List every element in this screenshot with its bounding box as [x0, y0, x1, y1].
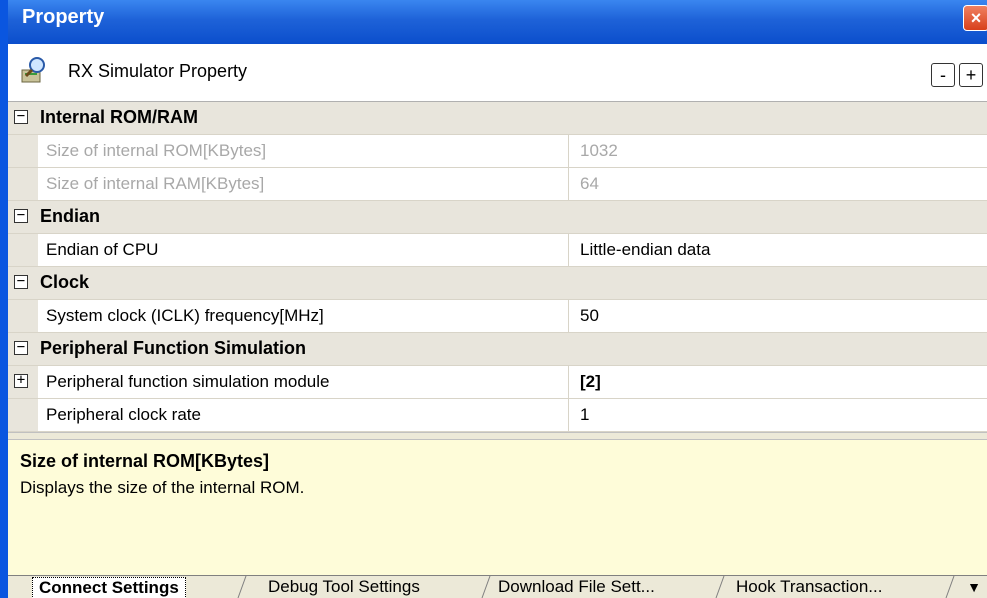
property-name: Peripheral clock rate — [46, 405, 201, 424]
tab-separator — [481, 576, 491, 598]
column-divider — [568, 234, 569, 266]
property-row-internal-ram-size[interactable]: Size of internal RAM[KBytes] 64 — [8, 168, 987, 201]
column-divider — [568, 366, 569, 398]
column-divider — [568, 300, 569, 332]
collapse-toggle-icon[interactable]: − — [14, 109, 28, 124]
category-label: Internal ROM/RAM — [40, 107, 199, 127]
description-text: Displays the size of the internal ROM. — [20, 478, 305, 497]
row-gutter — [8, 399, 38, 431]
collapse-toggle-icon[interactable]: − — [14, 274, 28, 289]
property-panel: Property × RX Simulator Property - + − I… — [0, 0, 987, 598]
property-name: System clock (ICLK) frequency[MHz] — [46, 306, 324, 325]
tab-download-file-settings[interactable]: Download File Sett... — [492, 576, 661, 598]
description-title: Size of internal ROM[KBytes] — [20, 451, 270, 471]
category-label: Peripheral Function Simulation — [40, 338, 307, 358]
category-label: Endian — [40, 206, 101, 226]
tab-separator — [945, 576, 955, 598]
tab-separator — [237, 576, 247, 598]
tab-strip: Connect Settings Debug Tool Settings Dow… — [8, 575, 987, 598]
category-endian[interactable]: − Endian — [8, 201, 987, 234]
collapse-all-button[interactable]: - — [931, 63, 955, 87]
collapse-toggle-icon[interactable]: − — [14, 208, 28, 223]
category-label: Clock — [40, 272, 90, 292]
panel-splitter[interactable] — [8, 432, 987, 440]
description-pane: Size of internal ROM[KBytes] Displays th… — [8, 440, 987, 575]
property-header-title: RX Simulator Property — [68, 61, 248, 81]
property-magnifier-icon — [21, 57, 45, 83]
property-row-peripheral-module[interactable]: + Peripheral function simulation module … — [8, 366, 987, 399]
tab-debug-tool-settings[interactable]: Debug Tool Settings — [262, 576, 426, 598]
property-row-internal-rom-size[interactable]: Size of internal ROM[KBytes] 1032 — [8, 135, 987, 168]
property-value[interactable]: Little-endian data — [580, 240, 710, 260]
property-name: Size of internal RAM[KBytes] — [46, 174, 265, 193]
property-name: Peripheral function simulation module — [46, 372, 330, 391]
category-peripheral-function-simulation[interactable]: − Peripheral Function Simulation — [8, 333, 987, 366]
tab-separator — [715, 576, 725, 598]
category-clock[interactable]: − Clock — [8, 267, 987, 300]
tab-connect-settings[interactable]: Connect Settings — [32, 577, 186, 598]
expand-all-button[interactable]: + — [959, 63, 983, 87]
row-gutter — [8, 168, 38, 200]
column-divider — [568, 135, 569, 167]
collapse-toggle-icon[interactable]: − — [14, 340, 28, 355]
expand-toggle-icon[interactable]: + — [14, 373, 28, 388]
property-grid: − Internal ROM/RAM Size of internal ROM[… — [8, 101, 987, 433]
row-gutter — [8, 234, 38, 266]
tab-hook-transaction[interactable]: Hook Transaction... — [730, 576, 888, 598]
property-row-endian-of-cpu[interactable]: Endian of CPU Little-endian data — [8, 234, 987, 267]
property-value[interactable]: 1 — [580, 405, 589, 425]
property-name: Size of internal ROM[KBytes] — [46, 141, 267, 160]
property-value: 64 — [580, 174, 599, 193]
property-row-system-clock[interactable]: System clock (ICLK) frequency[MHz] 50 — [8, 300, 987, 333]
property-value: 1032 — [580, 141, 618, 160]
category-internal-rom-ram[interactable]: − Internal ROM/RAM — [8, 102, 987, 135]
column-divider — [568, 399, 569, 431]
tab-overflow-icon[interactable]: ▼ — [967, 576, 981, 598]
row-gutter — [8, 300, 38, 332]
property-header: RX Simulator Property - + — [8, 44, 987, 101]
row-gutter — [8, 135, 38, 167]
property-value[interactable]: 50 — [580, 306, 599, 326]
property-row-peripheral-clock-rate[interactable]: Peripheral clock rate 1 — [8, 399, 987, 432]
column-divider — [568, 168, 569, 200]
window-border — [0, 0, 8, 598]
property-value[interactable]: [2] — [580, 372, 601, 392]
close-icon[interactable]: × — [963, 5, 987, 31]
property-name: Endian of CPU — [46, 240, 159, 259]
window-title: Property — [22, 6, 105, 28]
title-bar[interactable]: Property × — [8, 0, 987, 44]
